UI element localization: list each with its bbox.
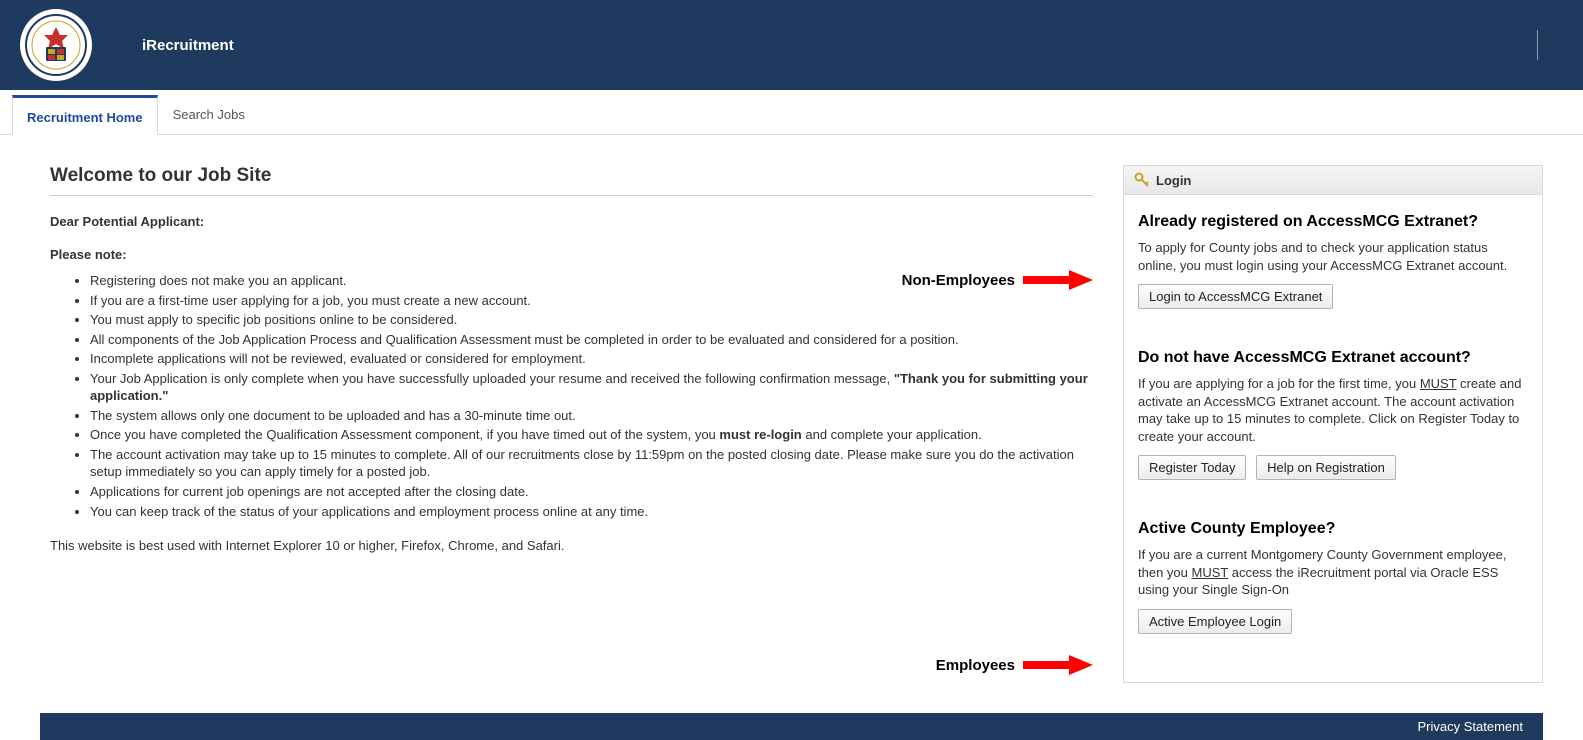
list-item: Applications for current job openings ar… (90, 483, 1093, 501)
no-account-heading: Do not have AccessMCG Extranet account? (1138, 349, 1528, 367)
seal-icon (24, 13, 88, 77)
tab-recruitment-home[interactable]: Recruitment Home (12, 95, 158, 135)
annotation-non-employees-label: Non-Employees (902, 272, 1015, 289)
registered-heading: Already registered on AccessMCG Extranet… (1138, 213, 1528, 231)
list-item-text: and complete your application. (802, 427, 982, 442)
notes-list: Registering does not make you an applica… (90, 272, 1093, 520)
app-title: iRecruitment (142, 37, 234, 54)
list-item: Incomplete applications will not be revi… (90, 350, 1093, 368)
active-employee-heading: Active County Employee? (1138, 520, 1528, 538)
main-column: Welcome to our Job Site Dear Potential A… (50, 165, 1093, 683)
app-header: iRecruitment (0, 0, 1583, 90)
annotation-employees-label: Employees (936, 657, 1015, 674)
tab-search-jobs[interactable]: Search Jobs (158, 94, 260, 134)
login-extranet-button[interactable]: Login to AccessMCG Extranet (1138, 284, 1333, 309)
county-seal-logo (20, 9, 92, 81)
login-panel-body: Already registered on AccessMCG Extranet… (1124, 195, 1542, 658)
no-account-text: If you are applying for a job for the fi… (1138, 375, 1528, 445)
list-item-text: Once you have completed the Qualificatio… (90, 427, 719, 442)
privacy-statement-link[interactable]: Privacy Statement (1418, 719, 1524, 734)
active-employee-text: If you are a current Montgomery County G… (1138, 546, 1528, 599)
nav-tabs: Recruitment Home Search Jobs (0, 94, 1583, 135)
must-underline: MUST (1420, 376, 1457, 391)
list-item: The account activation may take up to 15… (90, 446, 1093, 481)
list-item-bold: must re-login (719, 427, 801, 442)
annotation-employees-row: Employees (50, 653, 1093, 683)
header-divider (1537, 30, 1538, 60)
text-fragment: If you are applying for a job for the fi… (1138, 376, 1420, 391)
please-note-label: Please note: (50, 247, 1093, 262)
page-heading: Welcome to our Job Site (50, 165, 1093, 187)
heading-divider (50, 195, 1093, 196)
register-today-button[interactable]: Register Today (1138, 455, 1246, 480)
list-item-text: Your Job Application is only complete wh… (90, 371, 894, 386)
list-item: All components of the Job Application Pr… (90, 331, 1093, 349)
key-icon (1134, 172, 1150, 188)
list-item: Once you have completed the Qualificatio… (90, 426, 1093, 444)
page-content: Welcome to our Job Site Dear Potential A… (0, 135, 1583, 713)
login-sidebar: Login Already registered on AccessMCG Ex… (1123, 165, 1543, 683)
help-registration-button[interactable]: Help on Registration (1256, 455, 1396, 480)
login-panel-header: Login (1124, 166, 1542, 195)
list-item: You can keep track of the status of your… (90, 503, 1093, 521)
browser-footnote: This website is best used with Internet … (50, 538, 1093, 553)
registered-text: To apply for County jobs and to check yo… (1138, 239, 1528, 274)
red-arrow-icon (1023, 653, 1093, 677)
active-employee-login-button[interactable]: Active Employee Login (1138, 609, 1292, 634)
must-underline: MUST (1192, 565, 1229, 580)
page-footer: Privacy Statement (40, 713, 1543, 740)
red-arrow-icon (1023, 268, 1093, 292)
list-item: Your Job Application is only complete wh… (90, 370, 1093, 405)
salutation: Dear Potential Applicant: (50, 214, 1093, 229)
list-item: You must apply to specific job positions… (90, 311, 1093, 329)
login-header-text: Login (1156, 173, 1191, 188)
list-item: If you are a first-time user applying fo… (90, 292, 1093, 310)
list-item: The system allows only one document to b… (90, 407, 1093, 425)
